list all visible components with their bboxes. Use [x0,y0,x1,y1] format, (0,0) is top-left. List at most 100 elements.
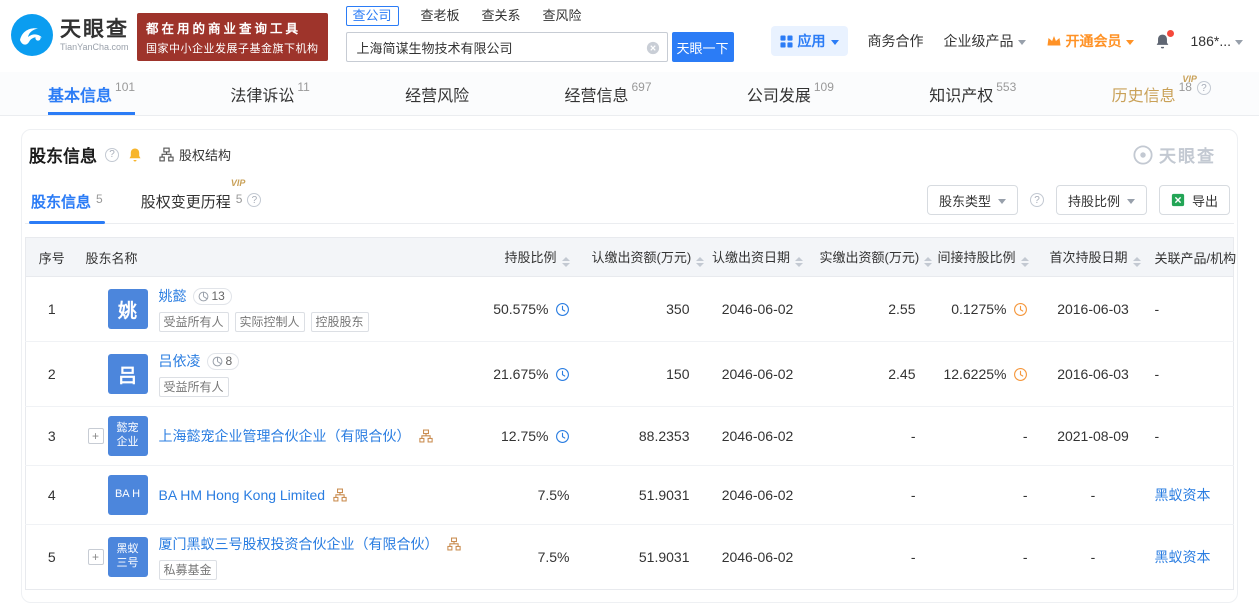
apps-label: 应用 [798,31,826,51]
related-org-link[interactable]: 黑蚁资本 [1155,487,1211,503]
sort-icon [924,257,932,267]
column-header[interactable]: 持股比例 [466,238,584,277]
indirect-ratio-cell: 12.6225% [930,342,1042,407]
help-icon[interactable]: ? [1030,193,1044,207]
section-title: 股东信息 [29,142,97,167]
search-area: 查公司 查老板 查关系 查风险 天眼一下 [346,6,734,62]
page-tab[interactable]: 知识产权553 [929,72,1016,115]
page-tab[interactable]: 法律诉讼11 [230,72,309,115]
avatar[interactable]: BA H [108,475,148,515]
partner-count-badge[interactable]: 8 [207,353,240,370]
column-header: 股东名称 [78,238,466,277]
expand-button[interactable]: + [88,549,104,565]
subtab-shareholders[interactable]: 股东信息 5 [29,189,105,223]
shareholder-tag: 实际控制人 [235,312,305,332]
subscribed-amount-cell: 150 [584,342,704,407]
shareholders-table: 序号股东名称持股比例认缴出资额(万元)认缴出资日期实缴出资额(万元)间接持股比例… [25,237,1234,590]
avatar[interactable]: 姚 [108,289,148,329]
shareholder-name-link[interactable]: 厦门黑蚁三号股权投资合伙企业（有限合伙） [159,534,439,554]
chevron-down-icon [1235,40,1243,45]
shareholder-name-cell: 吕吕依凌 8 受益所有人 [78,342,466,407]
vip-badge: VIP [231,178,246,188]
apps-menu[interactable]: 应用 [771,26,848,56]
indirect-holding-icon[interactable] [1013,367,1028,382]
search-tab-company[interactable]: 查公司 [346,6,399,26]
paid-amount-cell: 2.55 [812,277,930,342]
subscribed-date-cell: 2046-06-02 [704,407,812,466]
shareholder-tag: 受益所有人 [159,377,229,397]
shareholder-name-link[interactable]: 吕依凌 [159,351,201,371]
table-controls: 股东类型 ? 持股比例 导出 [927,185,1230,223]
search-tab-boss[interactable]: 查老板 [421,7,460,25]
page-tab[interactable]: 公司发展109 [747,72,834,115]
subscribed-date-cell: 2046-06-02 [704,277,812,342]
shareholder-row: 5+黑蚁三号厦门黑蚁三号股权投资合伙企业（有限合伙）私募基金7.5%51.903… [26,525,1234,590]
holding-ratio-cell: 50.575% [466,277,584,342]
paid-amount-cell: - [812,466,930,525]
equity-structure-icon[interactable] [447,537,461,551]
help-icon[interactable]: ? [247,193,261,207]
expand-button[interactable]: + [88,428,104,444]
holding-change-icon[interactable] [555,302,570,317]
help-icon[interactable]: ? [1197,81,1211,95]
shareholder-name-link[interactable]: 姚懿 [159,286,187,306]
column-header[interactable]: 间接持股比例 [930,238,1042,277]
subscribed-amount-cell: 88.2353 [584,407,704,466]
page-tab[interactable]: 经营信息697 [564,72,651,115]
avatar[interactable]: 黑蚁三号 [108,537,148,577]
shareholder-name-link[interactable]: 上海懿宠企业管理合伙企业（有限合伙） [159,426,411,446]
indirect-holding-icon[interactable] [1013,302,1028,317]
avatar[interactable]: 吕 [108,354,148,394]
export-button[interactable]: 导出 [1159,185,1230,215]
paid-amount-cell: - [812,525,930,590]
shareholder-type-filter[interactable]: 股东类型 [927,185,1018,215]
shareholder-name-link[interactable]: BA HM Hong Kong Limited [159,487,326,503]
related-org-cell: 黑蚁资本 [1145,525,1234,590]
search-button[interactable]: 天眼一下 [672,32,734,62]
sort-icon [696,257,704,267]
column-header[interactable]: 认缴出资日期 [704,238,812,277]
search-tab-risk[interactable]: 查风险 [543,7,582,25]
user-phone[interactable]: 186*... [1191,33,1243,49]
holding-change-icon[interactable] [555,367,570,382]
column-header[interactable]: 实缴出资额(万元) [812,238,930,277]
paid-amount-cell: 2.45 [812,342,930,407]
chevron-down-icon [1126,40,1134,45]
subtab-equity-changes[interactable]: VIP 股权变更历程 5 ? [139,189,264,223]
shareholder-row: 3+懿宠企业上海懿宠企业管理合伙企业（有限合伙）12.75%88.2353204… [26,407,1234,466]
related-org-cell: - [1145,342,1234,407]
indirect-ratio-cell: - [930,525,1042,590]
related-org-link[interactable]: 黑蚁资本 [1155,549,1211,565]
page-tab[interactable]: 基本信息101 [48,72,135,115]
search-input[interactable] [347,40,667,55]
avatar[interactable]: 懿宠企业 [108,416,148,456]
nav-open-vip[interactable]: 开通会员 [1046,31,1134,51]
first-holding-date-cell: - [1042,525,1145,590]
page-tab[interactable]: 经营风险 [405,72,469,115]
subscribed-date-cell: 2046-06-02 [704,342,812,407]
slogan-line2: 国家中小企业发展子基金旗下机构 [146,40,319,56]
logo[interactable]: 天眼查 TianYanCha.com [10,13,129,57]
column-header[interactable]: 首次持股日期 [1042,238,1145,277]
holding-ratio-filter[interactable]: 持股比例 [1056,185,1147,215]
partner-count-badge[interactable]: 13 [193,288,232,305]
holding-ratio-cell: 12.75% [466,407,584,466]
clear-search-icon[interactable] [646,41,660,55]
subscribe-bell-icon[interactable] [127,147,143,163]
equity-structure-link[interactable]: 股权结构 [159,145,231,164]
logo-domain: TianYanCha.com [60,42,129,52]
notification-bell-icon[interactable] [1154,33,1171,50]
search-tab-relation[interactable]: 查关系 [482,7,521,25]
help-icon[interactable]: ? [105,148,119,162]
related-org-cell: - [1145,277,1234,342]
nav-enterprise-products[interactable]: 企业级产品 [944,31,1026,51]
equity-structure-icon[interactable] [419,429,433,443]
nav-business-cooperation[interactable]: 商务合作 [868,31,924,51]
column-header[interactable]: 认缴出资额(万元) [584,238,704,277]
page-tab[interactable]: VIP历史信息18? [1112,72,1211,115]
holding-change-icon[interactable] [555,429,570,444]
row-index: 1 [26,277,78,342]
equity-structure-icon[interactable] [333,488,347,502]
sort-icon [562,257,570,267]
shareholder-name-cell: +懿宠企业上海懿宠企业管理合伙企业（有限合伙） [78,407,466,466]
